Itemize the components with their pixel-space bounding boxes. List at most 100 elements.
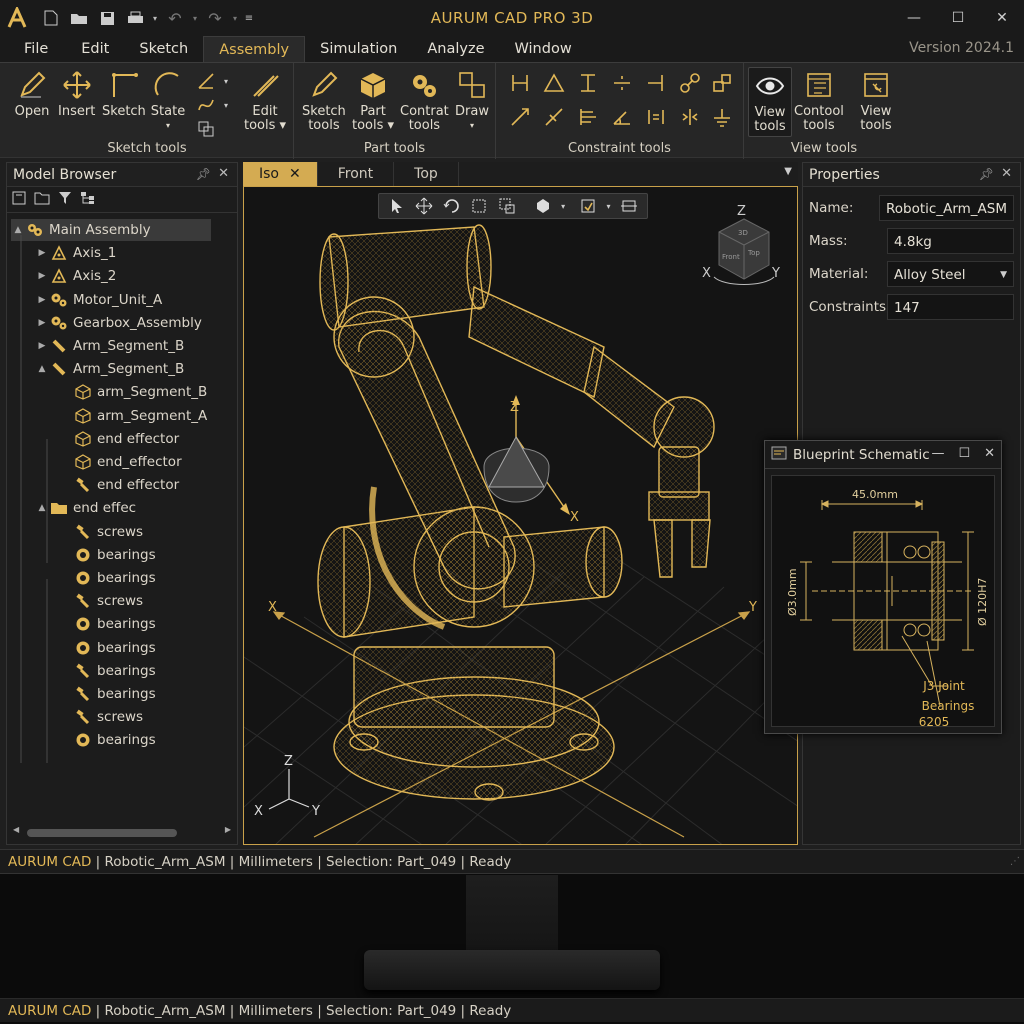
constraints-field[interactable]: 147 bbox=[887, 294, 1014, 320]
pan-icon[interactable] bbox=[413, 195, 437, 217]
minimize-icon[interactable]: — bbox=[931, 446, 944, 461]
redo-icon[interactable]: ↷ bbox=[202, 5, 228, 31]
menu-simulation[interactable]: Simulation bbox=[305, 36, 412, 62]
tab-top[interactable]: Top bbox=[394, 162, 459, 186]
vertical-constraint-icon[interactable] bbox=[574, 69, 602, 97]
edit-tools-button[interactable]: Edit tools ▾ bbox=[244, 67, 286, 133]
sketch-tools-button[interactable]: Sketch tools bbox=[302, 67, 346, 133]
dropdown-arrow-icon[interactable]: ▾ bbox=[150, 5, 160, 31]
coincident-constraint-icon[interactable] bbox=[708, 69, 736, 97]
pin-icon[interactable]: 📌︎ bbox=[979, 167, 994, 181]
sketch-button[interactable]: Sketch bbox=[102, 67, 146, 119]
close-icon[interactable]: ✕ bbox=[218, 166, 229, 181]
tab-iso[interactable]: Iso ✕ bbox=[243, 162, 318, 186]
pin-icon[interactable]: 📌︎ bbox=[196, 167, 211, 181]
view-settings-icon[interactable] bbox=[617, 195, 641, 217]
maximize-icon[interactable]: ☐ bbox=[936, 0, 980, 36]
tree-item[interactable]: end effector bbox=[59, 428, 179, 450]
tree-item[interactable]: bearings bbox=[59, 613, 156, 635]
menu-edit[interactable]: Edit bbox=[63, 36, 124, 62]
open-button[interactable]: Open bbox=[14, 67, 50, 119]
view-tools-button[interactable]: View tools bbox=[748, 67, 792, 137]
minimize-icon[interactable]: — bbox=[892, 0, 936, 36]
mass-field[interactable]: 4.8kg bbox=[887, 228, 1014, 254]
menu-window[interactable]: Window bbox=[500, 36, 587, 62]
perpendicular-constraint-icon[interactable] bbox=[642, 69, 670, 97]
undo-icon[interactable]: ↶ bbox=[162, 5, 188, 31]
resize-grip-icon[interactable]: ⋰ bbox=[1010, 850, 1020, 874]
tree-item[interactable]: screws bbox=[59, 590, 143, 612]
tabs-dropdown-icon[interactable]: ▼ bbox=[784, 166, 792, 177]
new-document-icon[interactable] bbox=[12, 190, 26, 209]
close-icon[interactable]: ✕ bbox=[1001, 166, 1012, 181]
3d-viewport[interactable]: X Y Z X Z X Y Front Top 3D Z X Y ▾ ▾ bbox=[243, 186, 798, 845]
insert-button[interactable]: Insert bbox=[58, 67, 95, 119]
new-file-icon[interactable] bbox=[38, 5, 64, 31]
horizontal-scrollbar[interactable]: ◀ ▶ bbox=[13, 825, 231, 838]
tree-item[interactable]: end_effector bbox=[59, 451, 182, 473]
dimension-constraint-icon[interactable] bbox=[540, 103, 568, 131]
transform-gizmo[interactable] bbox=[483, 395, 570, 515]
midpoint-constraint-icon[interactable] bbox=[608, 69, 636, 97]
section-view-icon[interactable] bbox=[576, 195, 600, 217]
close-icon[interactable]: ✕ bbox=[980, 0, 1024, 36]
tree-item[interactable]: screws bbox=[59, 706, 143, 728]
customize-toolbar-icon[interactable]: ≡ bbox=[242, 5, 256, 31]
zoom-box-icon[interactable] bbox=[468, 195, 492, 217]
dropdown-arrow-icon[interactable]: ▾ bbox=[558, 195, 568, 217]
tree-item[interactable]: bearings bbox=[59, 729, 156, 751]
contool-tools-button[interactable]: Contool tools bbox=[794, 67, 844, 133]
dropdown-arrow-icon[interactable]: ▾ bbox=[604, 195, 614, 217]
tree-item[interactable]: bearings bbox=[59, 567, 156, 589]
part-tools-button[interactable]: Part tools ▾ bbox=[352, 67, 394, 133]
tree-item[interactable]: arm_Segment_B bbox=[59, 381, 207, 403]
material-select[interactable]: Alloy Steel ▼ bbox=[887, 261, 1014, 287]
state-button[interactable]: State ▾ bbox=[150, 67, 186, 133]
hierarchy-icon[interactable] bbox=[80, 190, 96, 209]
tree-item[interactable]: bearings bbox=[59, 637, 156, 659]
rotate-icon[interactable] bbox=[440, 195, 464, 217]
scrollbar-thumb[interactable] bbox=[27, 829, 177, 837]
triangle-constraint-icon[interactable] bbox=[540, 69, 568, 97]
scroll-left-icon[interactable]: ◀ bbox=[13, 825, 19, 834]
rectangle-pattern-icon[interactable] bbox=[192, 115, 220, 143]
link-constraint-icon[interactable] bbox=[676, 69, 704, 97]
equal-constraint-icon[interactable] bbox=[642, 103, 670, 131]
view-cube-3d-face[interactable]: 3D bbox=[738, 229, 748, 237]
print-icon[interactable] bbox=[122, 5, 148, 31]
tree-item[interactable]: ▶ Gearbox_Assembly bbox=[35, 312, 202, 334]
symmetric-constraint-icon[interactable] bbox=[676, 103, 704, 131]
blueprint-schematic-window[interactable]: Blueprint Schematic — ☐ ✕ 45.0mm Ø3.0mm … bbox=[764, 440, 1002, 734]
dropdown-arrow-icon[interactable]: ▾ bbox=[230, 5, 240, 31]
tree-item[interactable]: bearings bbox=[59, 660, 156, 682]
tab-front[interactable]: Front bbox=[318, 162, 395, 186]
tree-item[interactable]: bearings bbox=[59, 544, 156, 566]
menu-analyze[interactable]: Analyze bbox=[412, 36, 499, 62]
robot-arm-model[interactable]: X Y Z X Z X Y Front Top 3D Z X Y bbox=[244, 187, 798, 845]
view-cube-top-face[interactable]: Top bbox=[747, 249, 760, 257]
tree-item[interactable]: end effector bbox=[59, 474, 179, 496]
tree-item[interactable]: arm_Segment_A bbox=[59, 405, 207, 427]
view-cube-front-face[interactable]: Front bbox=[722, 253, 740, 261]
scroll-right-icon[interactable]: ▶ bbox=[225, 825, 231, 834]
name-field[interactable]: Robotic_Arm_ASM bbox=[879, 195, 1014, 221]
close-icon[interactable]: ✕ bbox=[984, 446, 995, 461]
parallel-constraint-icon[interactable] bbox=[506, 69, 534, 97]
tangent-constraint-icon[interactable] bbox=[506, 103, 534, 131]
menu-assembly[interactable]: Assembly bbox=[203, 36, 306, 62]
maximize-icon[interactable]: ☐ bbox=[958, 446, 970, 461]
filter-icon[interactable] bbox=[58, 190, 72, 209]
ground-constraint-icon[interactable] bbox=[708, 103, 736, 131]
contrat-tools-button[interactable]: Contrat tools bbox=[400, 67, 449, 133]
display-style-icon[interactable] bbox=[531, 195, 555, 217]
select-arrow-icon[interactable] bbox=[385, 195, 409, 217]
tree-item[interactable]: bearings bbox=[59, 683, 156, 705]
menu-file[interactable]: File bbox=[0, 36, 63, 62]
dropdown-arrow-icon[interactable]: ▾ bbox=[190, 5, 200, 31]
zoom-fit-icon[interactable] bbox=[495, 195, 519, 217]
align-constraint-icon[interactable] bbox=[574, 103, 602, 131]
draw-button[interactable]: Draw ▾ bbox=[454, 67, 490, 133]
open-folder-icon[interactable] bbox=[66, 5, 92, 31]
menu-sketch[interactable]: Sketch bbox=[124, 36, 203, 62]
view-tools-button-2[interactable]: View tools bbox=[858, 67, 894, 133]
